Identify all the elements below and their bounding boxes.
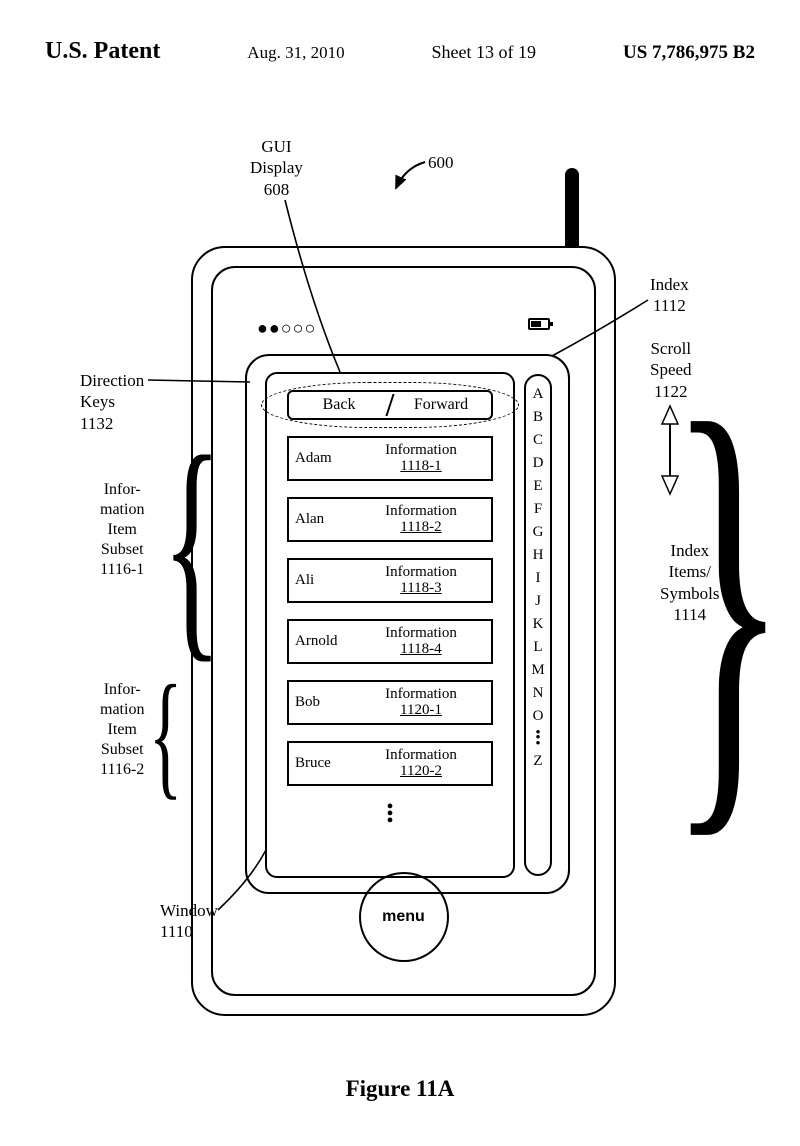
label-index: Index 1112: [650, 274, 689, 317]
page-header: U.S. Patent Aug. 31, 2010 Sheet 13 of 19…: [45, 38, 755, 65]
item-name: Alan: [289, 511, 351, 528]
item-ref: 1120-2: [400, 763, 442, 779]
item-name: Adam: [289, 450, 351, 467]
list-item[interactable]: Adam Information1118-1: [287, 436, 493, 481]
brace-index-items: }: [668, 350, 788, 850]
brace-subset-2: {: [149, 665, 183, 805]
item-name: Bruce: [289, 755, 351, 772]
patent-number: US 7,786,975 B2: [623, 42, 755, 64]
item-info: Information1118-3: [351, 565, 491, 597]
index-letter[interactable]: B: [533, 409, 543, 426]
index-letter[interactable]: F: [534, 501, 542, 518]
back-label: Back: [323, 396, 356, 414]
more-items-icon: •••: [287, 804, 493, 825]
index-letter[interactable]: L: [533, 639, 542, 656]
label-subset-2: Infor- mation Item Subset 1116-2: [100, 680, 144, 780]
index-letter[interactable]: N: [533, 685, 544, 702]
index-letter[interactable]: K: [533, 616, 544, 633]
item-name: Arnold: [289, 633, 351, 650]
index-letter[interactable]: J: [535, 593, 541, 610]
index-letter[interactable]: Z: [533, 753, 542, 770]
device-inner-outline: ●●○○○ Back Forward Adam Information1118-…: [211, 266, 596, 996]
back-button[interactable]: Back: [289, 392, 389, 418]
item-ref: 1118-3: [400, 580, 441, 596]
index-letter[interactable]: I: [536, 570, 541, 587]
forward-button[interactable]: Forward: [391, 392, 491, 418]
list-item[interactable]: Alan Information1118-2: [287, 497, 493, 542]
signal-dots-icon: ●●○○○: [257, 318, 316, 339]
list-item[interactable]: Bob Information1120-1: [287, 680, 493, 725]
label-direction-keys: Direction Keys 1132: [80, 370, 144, 434]
list-item[interactable]: Ali Information1118-3: [287, 558, 493, 603]
issue-date: Aug. 31, 2010: [247, 43, 344, 63]
item-info: Information1118-2: [351, 504, 491, 536]
item-ref: 1118-4: [400, 641, 441, 657]
item-name: Bob: [289, 694, 351, 711]
index-letter[interactable]: D: [533, 455, 544, 472]
index-ellipsis-icon: •••: [535, 731, 540, 747]
index-letter[interactable]: G: [533, 524, 544, 541]
index-letter[interactable]: A: [533, 386, 544, 403]
device-outline: ●●○○○ Back Forward Adam Information1118-…: [191, 246, 616, 1016]
screen-area: Back Forward Adam Information1118-1 Alan…: [245, 354, 570, 894]
item-ref: 1118-2: [400, 519, 441, 535]
patent-figure-page: U.S. Patent Aug. 31, 2010 Sheet 13 of 19…: [0, 0, 800, 1146]
antenna-icon: [565, 168, 579, 248]
index-letter[interactable]: E: [533, 478, 542, 495]
item-info: Information1120-1: [351, 687, 491, 719]
menu-label: menu: [382, 908, 425, 926]
item-info: Information1120-2: [351, 748, 491, 780]
index-letter[interactable]: M: [531, 662, 544, 679]
label-ref-600: 600: [428, 152, 454, 173]
item-name: Ali: [289, 572, 351, 589]
battery-icon: [528, 318, 550, 330]
patent-title: U.S. Patent: [45, 38, 160, 65]
item-ref: 1118-1: [400, 458, 441, 474]
direction-keys: Back Forward: [287, 390, 493, 420]
label-subset-1: Infor- mation Item Subset 1116-1: [100, 480, 144, 580]
label-gui-display: GUI Display 608: [250, 136, 303, 200]
forward-label: Forward: [414, 396, 468, 414]
index-letter[interactable]: H: [533, 547, 544, 564]
item-list: Adam Information1118-1 Alan Information1…: [287, 436, 493, 825]
index-letter[interactable]: O: [533, 708, 544, 725]
item-info: Information1118-1: [351, 443, 491, 475]
index-letter[interactable]: C: [533, 432, 543, 449]
sheet-number: Sheet 13 of 19: [432, 42, 536, 63]
index-bar[interactable]: A B C D E F G H I J K L M N O ••• Z: [524, 374, 552, 876]
list-item[interactable]: Bruce Information1120-2: [287, 741, 493, 786]
item-info: Information1118-4: [351, 626, 491, 658]
list-item[interactable]: Arnold Information1118-4: [287, 619, 493, 664]
menu-button[interactable]: menu: [359, 872, 449, 962]
item-ref: 1120-1: [400, 702, 442, 718]
list-window: Back Forward Adam Information1118-1 Alan…: [265, 372, 515, 878]
figure-caption: Figure 11A: [0, 1076, 800, 1102]
